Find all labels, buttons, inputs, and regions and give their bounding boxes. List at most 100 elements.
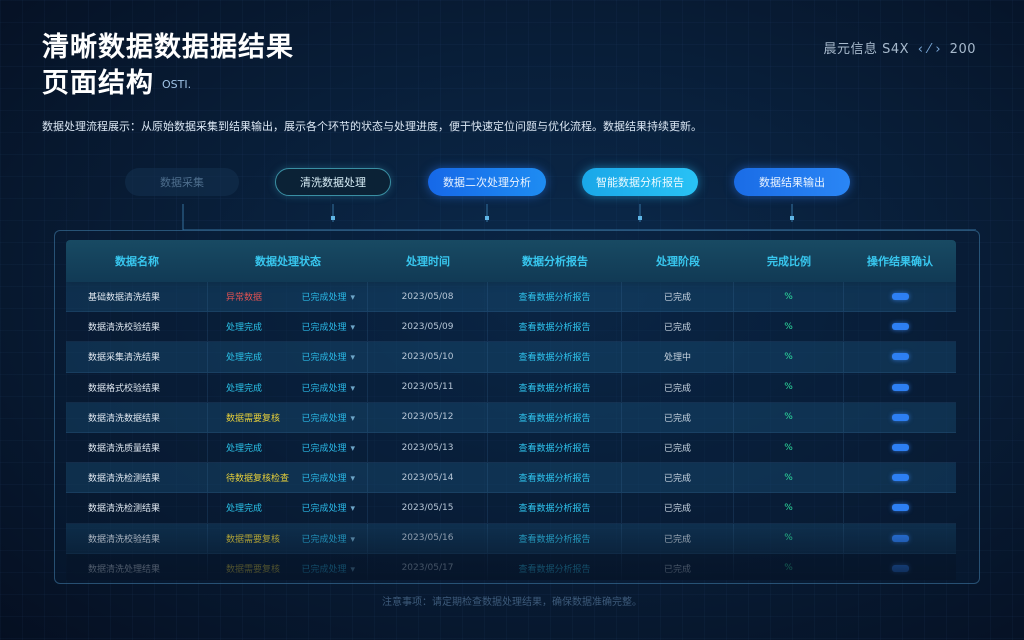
chevron-down-icon[interactable]: ▾ [350,444,355,454]
chevron-down-icon[interactable]: ▾ [350,474,355,484]
row-name: 数据清洗数据结果 [66,402,208,432]
row-pct: % [734,523,844,553]
row-status-cell: 处理完成 已完成处理 ▾ [208,342,368,372]
table-row[interactable]: 基础数据清洗结果 异常数据 已完成处理 ▾ 2023/05/08 查看数据分析报告… [66,282,956,313]
brand: 晨元信息 S4X ‹ ⁄ › 200 [823,38,976,57]
row-report-link[interactable]: 查看数据分析报告 [488,463,622,493]
flow-step-3[interactable]: 数据二次处理分析 [428,168,546,196]
row-status-cell: 处理完成 已完成处理 ▾ [208,312,368,342]
results-table: 数据名称 数据处理状态 处理时间 数据分析报告 处理阶段 完成比例 操作结果确认… [66,240,956,580]
row-time: 2023/05/14 [368,463,488,493]
row-stage-code: 已完成处理 ▾ [301,532,355,545]
chevron-down-icon[interactable]: ▾ [350,353,355,363]
page-description: 数据处理流程展示：从原始数据采集到结果输出，展示各个环节的状态与处理进度，便于快… [42,120,702,133]
row-stage-code: 已完成处理 ▾ [301,381,355,394]
confirm-toggle[interactable] [891,353,909,361]
process-flow: 数据采集 清洗数据处理 数据二次处理分析 智能数据分析报告 数据结果输出 [0,168,1024,230]
row-name: 数据格式校验结果 [66,372,208,402]
confirm-toggle[interactable] [891,534,909,542]
table-row[interactable]: 数据清洗处理结果 数据需要复核 已完成处理 ▾ 2023/05/17 查看数据分析… [66,553,956,580]
title-line-2-text: 页面结构 [42,68,154,99]
row-status: 待数据复核检查 [226,474,290,485]
confirm-toggle[interactable] [891,504,909,512]
table-row[interactable]: 数据清洗检测结果 处理完成 已完成处理 ▾ 2023/05/15 查看数据分析报告… [66,493,956,524]
row-report-link[interactable]: 查看数据分析报告 [488,493,622,523]
chevron-down-icon[interactable]: ▾ [350,504,355,514]
row-report-link[interactable]: 查看数据分析报告 [488,282,622,312]
row-time: 2023/05/11 [368,372,488,402]
flow-step-2[interactable]: 清洗数据处理 [275,168,391,196]
col-action[interactable]: 操作结果确认 [844,253,956,269]
table-row[interactable]: 数据清洗校验结果 处理完成 已完成处理 ▾ 2023/05/09 查看数据分析报告… [66,312,956,343]
row-time: 2023/05/10 [368,342,488,372]
confirm-toggle[interactable] [891,564,909,572]
row-status-cell: 待数据复核检查 已完成处理 ▾ [208,463,368,493]
col-status[interactable]: 数据处理状态 [208,253,368,269]
row-status: 处理完成 [226,504,263,515]
row-stage-code: 已完成处理 ▾ [301,320,355,333]
row-report-link[interactable]: 查看数据分析报告 [488,553,622,580]
row-stage-code-text: 已完成处理 [301,413,347,424]
row-action-cell [844,403,956,432]
row-report-link[interactable]: 查看数据分析报告 [488,523,622,553]
flow-step-4[interactable]: 智能数据分析报告 [582,168,698,196]
confirm-toggle[interactable] [891,383,909,391]
chevron-down-icon[interactable]: ▾ [350,384,355,394]
row-action-cell [844,524,956,553]
confirm-toggle[interactable] [891,444,909,452]
row-stage-code: 已完成处理 ▾ [301,350,355,363]
row-status: 数据需要复核 [226,564,281,575]
row-phase: 已完成 [622,432,734,463]
col-report[interactable]: 数据分析报告 [488,253,622,269]
table-body: 基础数据清洗结果 异常数据 已完成处理 ▾ 2023/05/08 查看数据分析报告… [66,282,956,580]
footer-note: 注意事项：请定期检查数据处理结果，确保数据准确完整。 [382,597,642,608]
row-name: 数据清洗处理结果 [66,553,208,580]
row-pct: % [734,372,844,402]
chevron-down-icon[interactable]: ▾ [350,323,355,333]
row-stage-code-text: 已完成处理 [301,383,347,394]
row-name: 数据清洗校验结果 [66,312,208,342]
row-phase: 已完成 [622,553,734,580]
row-report-link[interactable]: 查看数据分析报告 [488,402,622,432]
table-row[interactable]: 数据格式校验结果 处理完成 已完成处理 ▾ 2023/05/11 查看数据分析报告… [66,372,956,403]
row-phase: 已完成 [622,372,734,402]
row-report-link[interactable]: 查看数据分析报告 [488,312,622,342]
table-row[interactable]: 数据清洗质量结果 处理完成 已完成处理 ▾ 2023/05/13 查看数据分析报告… [66,432,956,464]
confirm-toggle[interactable] [891,474,909,482]
col-phase[interactable]: 处理阶段 [622,253,734,269]
title-line-1: 清晰数据数据据结果 [42,32,294,63]
col-pct[interactable]: 完成比例 [734,253,844,269]
row-stage-code: 已完成处理 ▾ [301,411,355,424]
confirm-toggle[interactable] [891,293,909,301]
confirm-toggle[interactable] [891,323,909,331]
col-name[interactable]: 数据名称 [66,253,208,269]
row-status-cell: 处理完成 已完成处理 ▾ [208,372,368,402]
row-action-cell [844,312,956,341]
row-report-link[interactable]: 查看数据分析报告 [488,342,622,372]
row-report-link[interactable]: 查看数据分析报告 [488,372,622,402]
chevron-down-icon[interactable]: ▾ [350,535,355,545]
table-row[interactable]: 数据采集清洗结果 处理完成 已完成处理 ▾ 2023/05/10 查看数据分析报告… [66,342,956,373]
table-row[interactable]: 数据清洗校验结果 数据需要复核 已完成处理 ▾ 2023/05/16 查看数据分析… [66,523,956,554]
table-row[interactable]: 数据清洗数据结果 数据需要复核 已完成处理 ▾ 2023/05/12 查看数据分析… [66,402,956,433]
table-header: 数据名称 数据处理状态 处理时间 数据分析报告 处理阶段 完成比例 操作结果确认 [66,240,956,282]
row-stage-code-text: 已完成处理 [301,504,347,515]
row-phase: 已完成 [622,523,734,553]
chevron-down-icon[interactable]: ▾ [350,293,355,303]
row-pct: % [734,282,844,312]
chevron-down-icon[interactable]: ▾ [350,414,355,424]
table-row[interactable]: 数据清洗检测结果 待数据复核检查 已完成处理 ▾ 2023/05/14 查看数据分… [66,463,956,494]
col-time[interactable]: 处理时间 [368,253,488,269]
row-status-cell: 数据需要复核 已完成处理 ▾ [208,553,368,580]
row-stage-code: 已完成处理 ▾ [301,562,355,575]
row-name: 基础数据清洗结果 [66,282,208,312]
flow-step-5[interactable]: 数据结果输出 [734,168,850,196]
flow-step-1[interactable]: 数据采集 [125,168,239,196]
row-name: 数据采集清洗结果 [66,342,208,372]
chevron-down-icon[interactable]: ▾ [350,565,355,575]
row-stage-code: 已完成处理 ▾ [301,471,355,484]
row-report-link[interactable]: 查看数据分析报告 [488,432,622,463]
row-time: 2023/05/12 [368,402,488,432]
row-status: 处理完成 [226,323,263,334]
confirm-toggle[interactable] [891,413,909,421]
